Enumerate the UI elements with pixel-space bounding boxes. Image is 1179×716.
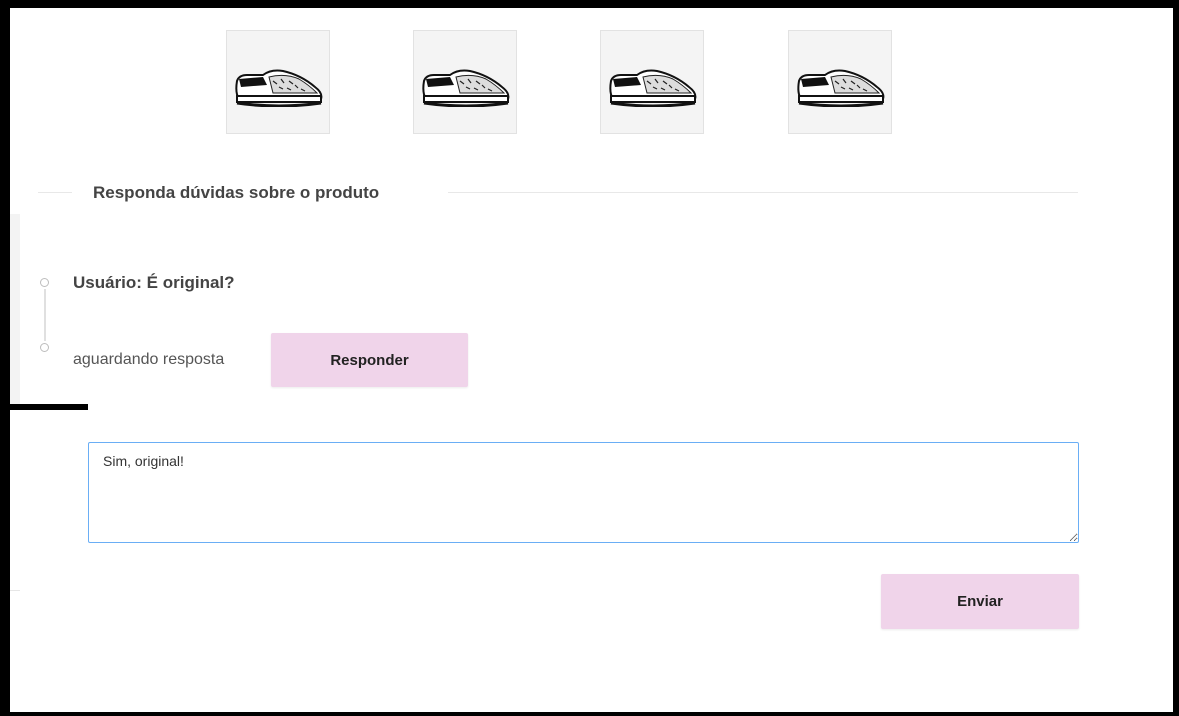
answer-status: aguardando resposta <box>73 351 225 368</box>
window-border-top <box>0 0 1179 8</box>
window-edge-strip <box>0 404 88 410</box>
product-thumbnail-1[interactable] <box>226 30 330 134</box>
question-text: Usuário: É original? <box>73 273 235 292</box>
timeline-connector <box>44 289 46 341</box>
product-thumbnail-4[interactable] <box>788 30 892 134</box>
timeline-dot-question <box>40 278 49 287</box>
product-qa-page: Responda dúvidas sobre o produto Usuário… <box>0 0 1179 716</box>
slip-on-shoe-icon <box>609 69 697 107</box>
slip-on-shoe-icon <box>797 69 885 107</box>
section-divider-right <box>448 192 1078 193</box>
product-thumbnail-3[interactable] <box>600 30 704 134</box>
section-title: Responda dúvidas sobre o produto <box>93 183 380 202</box>
respond-button[interactable]: Responder <box>271 333 468 387</box>
product-thumbnail-2[interactable] <box>413 30 517 134</box>
slip-on-shoe-icon <box>422 69 510 107</box>
section-divider-left <box>38 192 72 193</box>
timeline-dot-answer <box>40 343 49 352</box>
send-button[interactable]: Enviar <box>881 574 1079 629</box>
answer-textarea[interactable]: Sim, original! <box>88 442 1079 543</box>
window-border-right <box>1173 0 1179 716</box>
window-border-left <box>0 0 10 716</box>
window-border-bottom <box>0 712 1179 716</box>
slip-on-shoe-icon <box>235 69 323 107</box>
